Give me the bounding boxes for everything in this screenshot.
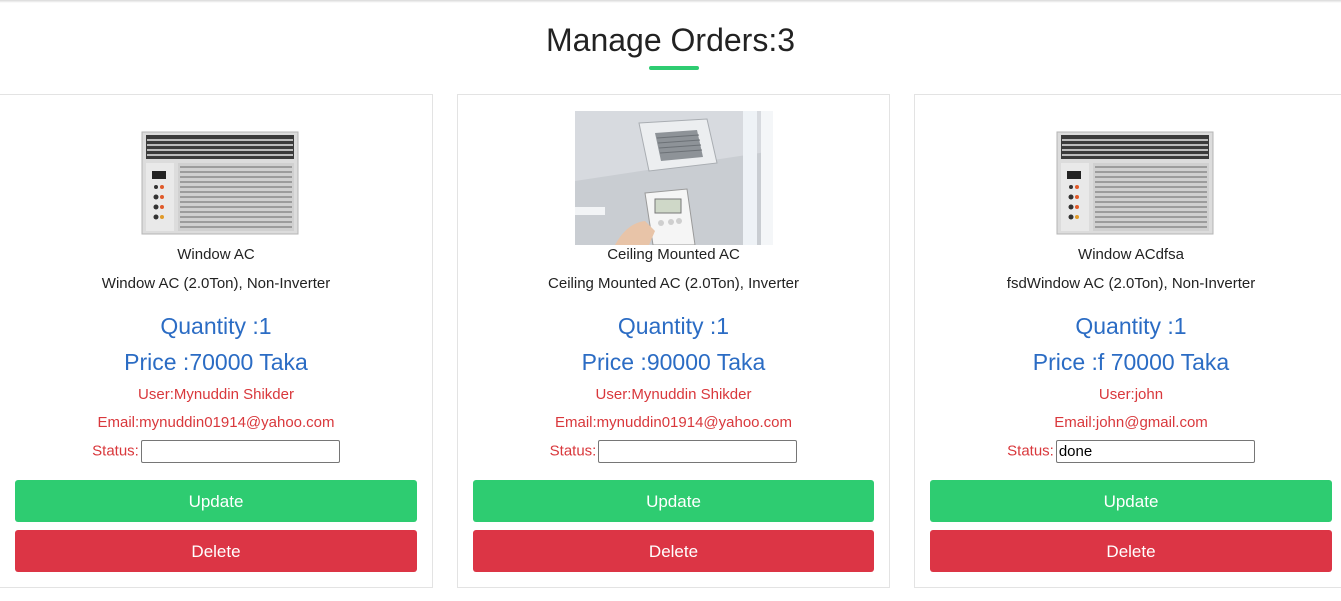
- order-card: Ceiling Mounted AC Ceiling Mounted AC (2…: [457, 94, 890, 588]
- quantity: Quantity :1: [1075, 313, 1187, 339]
- product-description: Window AC (2.0Ton), Non-Inverter: [101, 275, 331, 292]
- email: Email:john@gmail.com: [1054, 414, 1208, 431]
- top-shadow: [0, 0, 1341, 3]
- status-label: Status:: [1007, 442, 1054, 460]
- user: User:john: [1098, 386, 1164, 403]
- status-input[interactable]: [1055, 440, 1255, 463]
- email: Email:mynuddin01914@yahoo.com: [554, 414, 793, 431]
- status-label: Status:: [92, 442, 139, 460]
- status-row: Status:: [0, 440, 432, 463]
- ceiling-ac-image: [574, 111, 773, 245]
- title-underline: [649, 66, 699, 70]
- quantity: Quantity :1: [160, 313, 272, 339]
- product-description: Ceiling Mounted AC (2.0Ton), Inverter: [548, 275, 799, 292]
- delete-button[interactable]: Delete: [930, 530, 1332, 572]
- delete-button[interactable]: Delete: [473, 530, 874, 572]
- status-label: Status:: [549, 442, 597, 460]
- email: Email:mynuddin01914@yahoo.com: [97, 414, 335, 431]
- product-description: fsdWindow AC (2.0Ton), Non-Inverter: [1006, 275, 1256, 292]
- window-ac-image: [116, 111, 316, 245]
- update-button[interactable]: Update: [15, 480, 417, 522]
- user: User:Mynuddin Shikder: [595, 386, 752, 403]
- price: Price :90000 Taka: [581, 349, 766, 375]
- update-button[interactable]: Update: [473, 480, 874, 522]
- product-name: Ceiling Mounted AC: [607, 246, 740, 263]
- status-row: Status:: [915, 440, 1341, 463]
- price: Price :f 70000 Taka: [1032, 349, 1230, 375]
- order-card: Window AC Window AC (2.0Ton), Non-Invert…: [0, 94, 433, 588]
- price: Price :70000 Taka: [124, 349, 308, 375]
- order-card: Window ACdfsa fsdWindow AC (2.0Ton), Non…: [914, 94, 1341, 588]
- quantity: Quantity :1: [617, 313, 730, 339]
- status-row: Status:: [458, 440, 889, 463]
- delete-button[interactable]: Delete: [15, 530, 417, 572]
- window-ac-image: [1031, 111, 1231, 245]
- status-input[interactable]: [140, 440, 340, 463]
- product-name: Window ACdfsa: [1078, 246, 1184, 263]
- page-title: Manage Orders:3: [545, 22, 795, 58]
- status-input[interactable]: [598, 440, 798, 463]
- product-name: Window AC: [177, 246, 255, 263]
- update-button[interactable]: Update: [930, 480, 1332, 522]
- user: User:Mynuddin Shikder: [138, 386, 294, 403]
